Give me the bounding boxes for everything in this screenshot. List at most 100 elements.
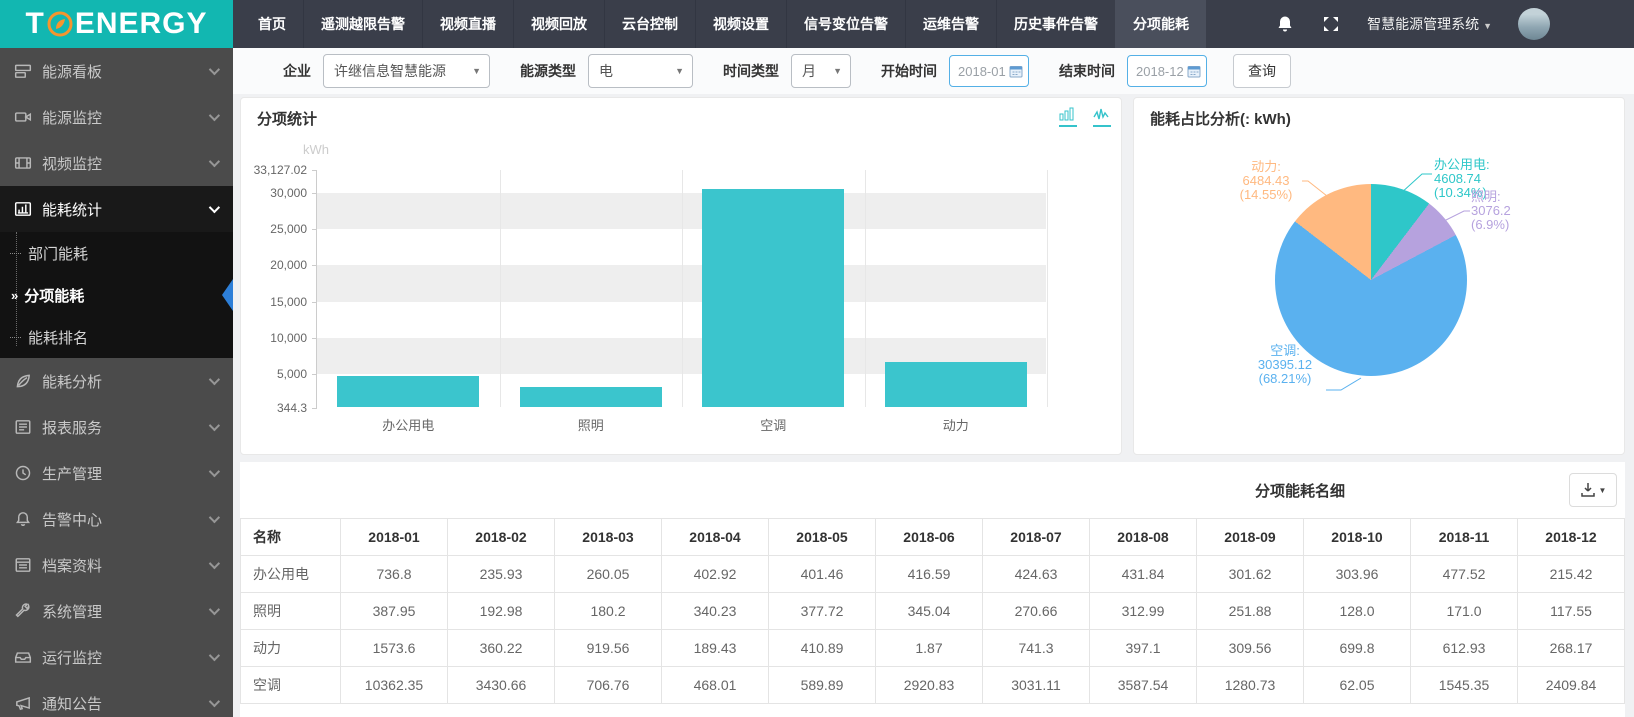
chevron-down-icon: ▼: [1483, 21, 1492, 31]
y-axis-tick-label: 344.3: [277, 401, 307, 415]
chevron-down-icon: [209, 202, 220, 213]
nav-item[interactable]: 运维告警: [905, 0, 996, 48]
sidebar-item-通知公告[interactable]: 通知公告: [0, 680, 233, 717]
value-cell: 431.84: [1090, 556, 1197, 593]
y-axis-tick-mark: [312, 374, 317, 375]
bar-chart-type-icon[interactable]: [1059, 107, 1077, 127]
chart-bar-照明[interactable]: [520, 387, 662, 407]
pie-label-空调: 空调:30395.12(68.21%): [1246, 344, 1324, 386]
bell-icon[interactable]: [1275, 14, 1295, 34]
row-name-cell: 动力: [241, 630, 341, 667]
y-axis-tick-label: 25,000: [270, 222, 307, 236]
clock-icon: [14, 464, 32, 482]
nav-item[interactable]: 云台控制: [604, 0, 695, 48]
value-cell: 3430.66: [448, 667, 555, 704]
chart-gridline: [1047, 170, 1048, 407]
export-button[interactable]: ▼: [1569, 473, 1617, 507]
enterprise-value: 许继信息智慧能源: [334, 61, 446, 81]
value-cell: 345.04: [876, 593, 983, 630]
chevron-down-icon: ▼: [833, 66, 842, 76]
sidebar-item-能源监控[interactable]: 能源监控: [0, 94, 233, 140]
query-button[interactable]: 查询: [1233, 54, 1291, 88]
sidebar-subitem-能耗排名[interactable]: 能耗排名: [0, 316, 233, 358]
sidebar-item-档案资料[interactable]: 档案资料: [0, 542, 233, 588]
sidebar-item-告警中心[interactable]: 告警中心: [0, 496, 233, 542]
energy-type-select[interactable]: 电 ▼: [588, 54, 693, 88]
y-axis-tick-label: 30,000: [270, 186, 307, 200]
value-cell: 192.98: [448, 593, 555, 630]
value-cell: 251.88: [1197, 593, 1304, 630]
leaf-icon: [14, 372, 32, 390]
nav-item[interactable]: 分项能耗: [1115, 0, 1206, 48]
end-time-input[interactable]: 2018-12: [1127, 55, 1207, 87]
tree-guide-stub: [10, 253, 21, 254]
sidebar-item-报表服务[interactable]: 报表服务: [0, 404, 233, 450]
avatar[interactable]: [1518, 8, 1550, 40]
nav-item[interactable]: 信号变位告警: [786, 0, 905, 48]
nav-item[interactable]: 视频设置: [695, 0, 786, 48]
table-column-header: 2018-08: [1090, 519, 1197, 556]
table-column-header: 2018-09: [1197, 519, 1304, 556]
line-chart-type-icon[interactable]: [1093, 107, 1111, 127]
value-cell: 10362.35: [341, 667, 448, 704]
chart-bar-动力[interactable]: [885, 362, 1027, 407]
fullscreen-icon[interactable]: [1321, 14, 1341, 34]
value-cell: 741.3: [983, 630, 1090, 667]
value-cell: 360.22: [448, 630, 555, 667]
chevron-down-icon: [209, 604, 220, 615]
y-axis-tick-label: 20,000: [270, 258, 307, 272]
sidebar-item-能源看板[interactable]: 能源看板: [0, 48, 233, 94]
enterprise-select[interactable]: 许继信息智慧能源 ▼: [323, 54, 490, 88]
bar-chart-icon: [14, 200, 32, 218]
start-time-input[interactable]: 2018-01: [949, 55, 1029, 87]
chart-bar-空调[interactable]: [702, 189, 844, 407]
sidebar-item-系统管理[interactable]: 系统管理: [0, 588, 233, 634]
sidebar-subitem-部门能耗[interactable]: 部门能耗: [0, 232, 233, 274]
nav-item[interactable]: 遥测越限告警: [303, 0, 422, 48]
table-header-row: 分项能耗名细 ▼: [240, 462, 1625, 518]
bar-chart-title: 分项统计: [257, 108, 317, 129]
nav-item[interactable]: 视频直播: [422, 0, 513, 48]
table-row-办公用电: 办公用电736.8235.93260.05402.92401.46416.594…: [241, 556, 1625, 593]
nav-item[interactable]: 历史事件告警: [996, 0, 1115, 48]
y-axis-tick-label: 10,000: [270, 331, 307, 345]
table-card: 分项能耗名细 ▼ 名称2018-012018-022018-032018-042…: [240, 462, 1625, 717]
y-axis-tick-mark: [312, 265, 317, 266]
y-axis-tick-mark: [312, 170, 317, 171]
tree-guide-stub: [10, 337, 21, 338]
sidebar-item-运行监控[interactable]: 运行监控: [0, 634, 233, 680]
chevron-down-icon: [209, 466, 220, 477]
sidebar-item-生产管理[interactable]: 生产管理: [0, 450, 233, 496]
value-cell: 189.43: [662, 630, 769, 667]
sidebar-item-能耗分析[interactable]: 能耗分析: [0, 358, 233, 404]
chevron-down-icon: [209, 696, 220, 707]
sidebar-subitem-分项能耗[interactable]: »分项能耗: [0, 274, 233, 316]
y-axis-unit: kWh: [303, 142, 329, 157]
chart-type-switch: [1059, 107, 1111, 127]
nav-item[interactable]: 首页: [241, 0, 303, 48]
time-type-value: 月: [802, 61, 816, 81]
logo-text-suffix: ENERGY: [75, 7, 208, 41]
table-column-header: 2018-03: [555, 519, 662, 556]
top-header: T ENERGY 首页遥测越限告警视频直播视频回放云台控制视频设置信号变位告警运…: [0, 0, 1634, 48]
sidebar-item-能耗统计[interactable]: 能耗统计: [0, 186, 233, 232]
submenu: 部门能耗 »分项能耗能耗排名: [0, 232, 233, 358]
sidebar-item-视频监控[interactable]: 视频监控: [0, 140, 233, 186]
value-cell: 340.23: [662, 593, 769, 630]
energy-data-table: 名称2018-012018-022018-032018-042018-05201…: [240, 518, 1625, 704]
system-name[interactable]: 智慧能源管理系统▼: [1367, 14, 1492, 34]
camera-icon: [14, 108, 32, 126]
value-cell: 301.62: [1197, 556, 1304, 593]
value-cell: 309.56: [1197, 630, 1304, 667]
drive-icon: [14, 648, 32, 666]
sidebar-subitem-label: 部门能耗: [28, 243, 88, 264]
sidebar-item-label: 告警中心: [42, 509, 102, 530]
sidebar: 能源看板能源监控视频监控能耗统计部门能耗 »分项能耗能耗排名能耗分析报表服务生产管…: [0, 48, 233, 717]
chart-bar-办公用电[interactable]: [337, 376, 479, 407]
x-axis-category-label: 照明: [578, 415, 604, 434]
nav-item[interactable]: 视频回放: [513, 0, 604, 48]
time-type-select[interactable]: 月 ▼: [791, 54, 851, 88]
active-item-marker: [222, 279, 233, 311]
chart-gridline: [865, 170, 866, 407]
table-row-动力: 动力1573.6360.22919.56189.43410.891.87741.…: [241, 630, 1625, 667]
